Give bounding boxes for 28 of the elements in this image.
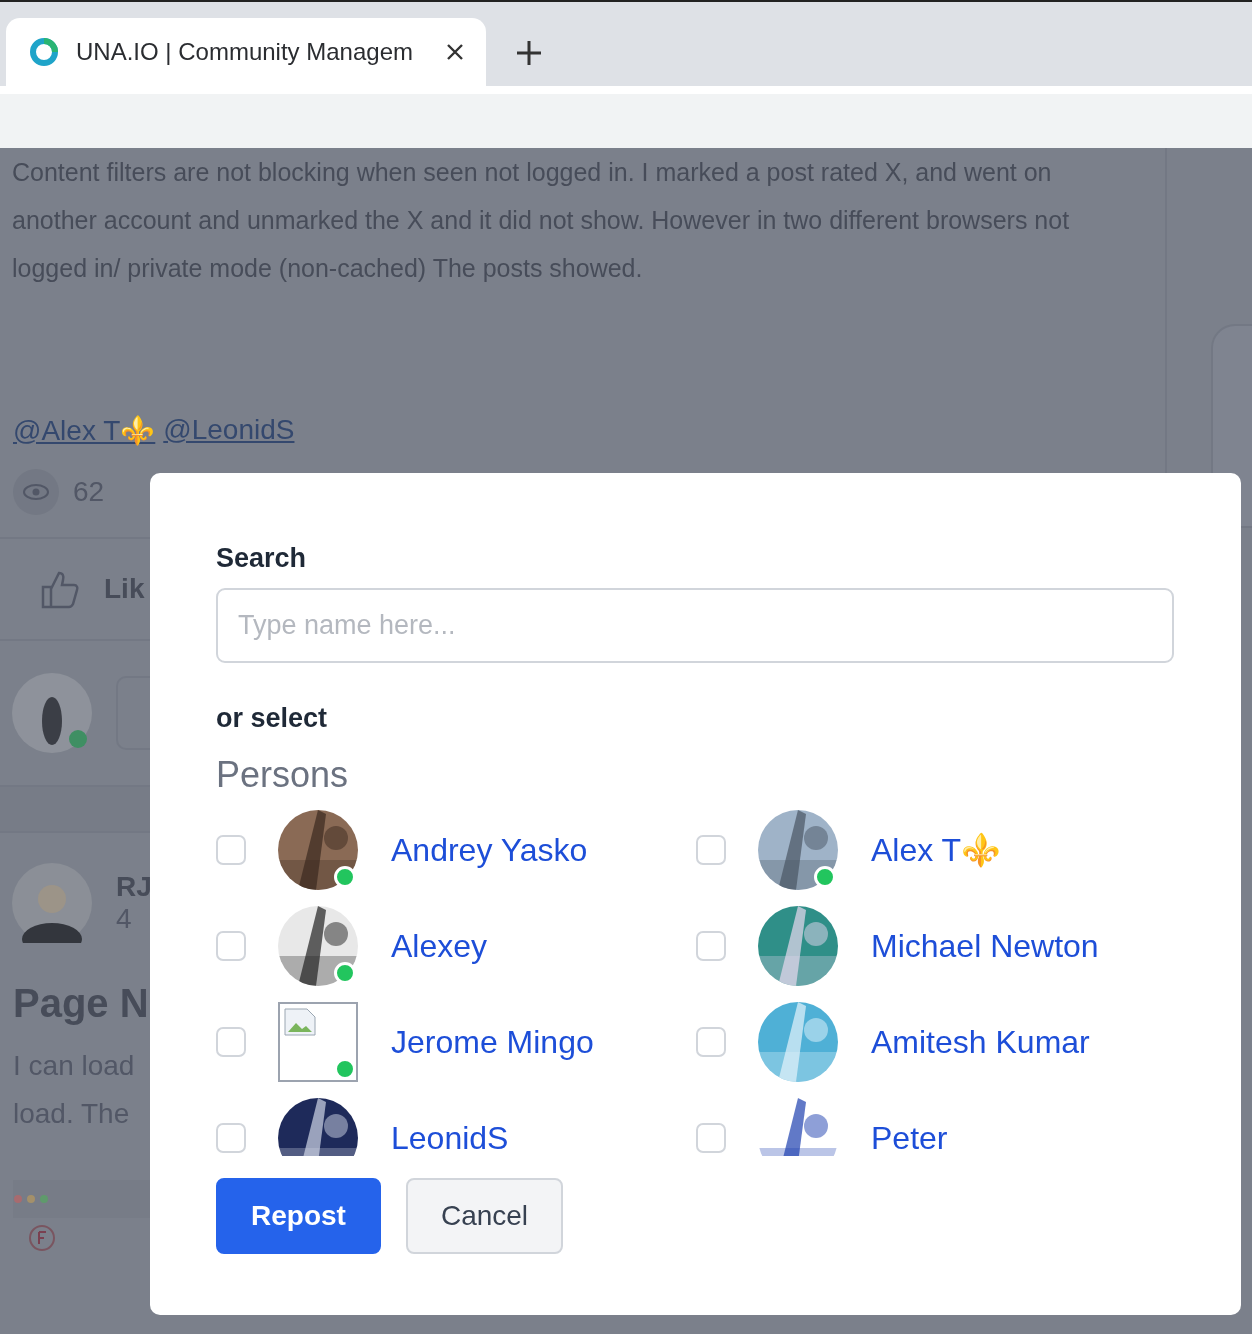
person-name[interactable]: LeonidS (391, 1119, 509, 1156)
search-label: Search (216, 543, 308, 574)
section-heading: Persons (216, 754, 350, 796)
checkbox[interactable] (216, 1123, 246, 1153)
person-name[interactable]: Peter (871, 1119, 948, 1156)
person-name[interactable]: Michael Newton (871, 927, 1099, 965)
thumbs-up-icon[interactable] (40, 569, 80, 609)
person-name[interactable]: Amitesh Kumar (871, 1023, 1090, 1061)
checkbox[interactable] (696, 1123, 726, 1153)
logo-icon (28, 1224, 56, 1252)
logo-icon (28, 36, 60, 68)
person-name[interactable]: Alexey (391, 927, 488, 965)
checkbox[interactable] (216, 931, 246, 961)
or-select-label: or select (216, 703, 329, 734)
checkbox[interactable] (696, 1027, 726, 1057)
checkbox[interactable] (216, 1027, 246, 1057)
views-icon (13, 469, 59, 515)
checkbox[interactable] (696, 835, 726, 865)
person-name[interactable]: Andrey Yasko (391, 831, 588, 869)
person-name[interactable]: Jerome Mingo (391, 1023, 594, 1061)
checkbox[interactable] (216, 835, 246, 865)
search-field[interactable]: Type name here... (216, 588, 1174, 663)
checkbox[interactable] (696, 931, 726, 961)
cancel-button[interactable]: Cancel (405, 1178, 564, 1254)
close-icon[interactable] (446, 43, 464, 61)
person-name[interactable]: Alex T⚜ (871, 831, 1002, 869)
repost-button[interactable]: Repost (216, 1178, 381, 1254)
new-tab-icon[interactable] (516, 40, 542, 66)
